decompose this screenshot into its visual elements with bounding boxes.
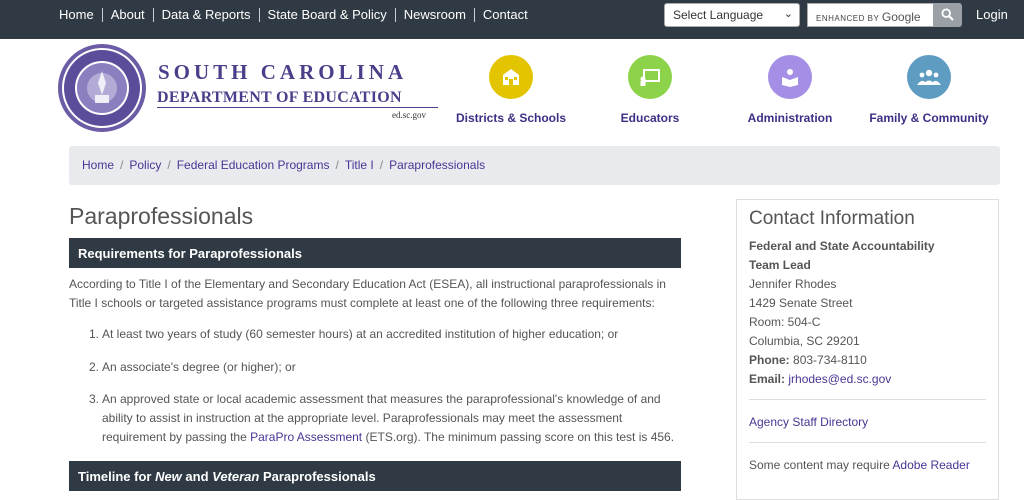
adobe-reader-note: Some content may require Adobe Reader: [749, 456, 986, 475]
requirement-item: 2. An associate's degree (or higher); or: [89, 358, 679, 377]
section-title-part: Veteran: [212, 469, 260, 484]
nav-administration-label: Administration: [747, 111, 833, 125]
brand-subtitle: DEPARTMENT OF EDUCATION: [157, 89, 402, 106]
search-input[interactable]: ENHANCED BY Google: [807, 3, 934, 27]
contact-phone: Phone: 803-734-8110: [749, 351, 986, 370]
nav-districts-schools-label: Districts & Schools: [455, 111, 567, 125]
nav-contact-link[interactable]: Contact: [473, 8, 536, 22]
nav-districts-schools[interactable]: Districts & Schools: [452, 55, 570, 125]
section-title-part: Timeline for: [78, 469, 156, 484]
section-title-part: New: [155, 469, 182, 484]
section-title-part: Paraprofessionals: [259, 469, 376, 484]
agency-staff-directory-link[interactable]: Agency Staff Directory: [749, 415, 868, 429]
nav-state-board-link[interactable]: State Board & Policy: [258, 8, 395, 22]
phone-value: 803-734-8110: [793, 353, 867, 367]
language-select-value: Select Language: [673, 8, 764, 22]
contact-information-panel: Contact Information Federal and State Ac…: [736, 199, 999, 500]
reader-icon: [768, 55, 812, 99]
nav-administration[interactable]: Administration: [740, 55, 840, 125]
requirement-item: 1. At least two years of study (60 semes…: [89, 325, 679, 344]
brand-title: SOUTH CAROLINA: [158, 60, 408, 84]
nav-educators-label: Educators: [620, 111, 680, 125]
search-brand: Google: [881, 10, 921, 24]
requirement-text: An approved state or local academic asse…: [89, 390, 679, 447]
people-icon: [907, 55, 951, 99]
breadcrumb-policy[interactable]: Policy: [129, 158, 161, 172]
requirement-number: 3.: [89, 392, 100, 406]
chevron-down-icon: ⌄: [783, 8, 793, 20]
utility-nav: Home About Data & Reports State Board & …: [51, 0, 536, 30]
contact-name: Jennifer Rhodes: [749, 277, 837, 291]
nav-newsroom-link[interactable]: Newsroom: [394, 8, 474, 22]
nav-family-community[interactable]: Family & Community: [866, 55, 992, 125]
nav-educators[interactable]: Educators: [600, 55, 700, 125]
section-header-requirements: Requirements for Paraprofessionals: [69, 238, 681, 268]
requirement-number: 2.: [89, 360, 100, 374]
divider: [749, 442, 986, 443]
nav-family-community-label: Family & Community: [869, 111, 989, 125]
nav-data-reports-link[interactable]: Data & Reports: [152, 8, 259, 22]
brand-domain: ed.sc.gov: [392, 110, 426, 120]
breadcrumb-separator: /: [167, 158, 171, 172]
state-seal-logo[interactable]: [57, 43, 147, 133]
brand-divider: [157, 107, 438, 108]
breadcrumb-separator: /: [335, 158, 339, 172]
email-link[interactable]: jrhodes@ed.sc.gov: [788, 372, 891, 386]
requirement-item: 3. An approved state or local academic a…: [89, 390, 679, 447]
contact-heading: Contact Information: [749, 208, 915, 229]
adobe-reader-link[interactable]: Adobe Reader: [892, 458, 969, 472]
contact-street: 1429 Senate Street: [749, 296, 853, 310]
parapro-assessment-link[interactable]: ParaPro Assessment: [250, 430, 362, 444]
breadcrumb: Home / Policy / Federal Education Programs / T…: [69, 146, 1000, 185]
section-title-part: and: [181, 469, 213, 484]
breadcrumb-title-i[interactable]: Title I: [345, 158, 374, 172]
contact-city: Columbia, SC 29201: [749, 334, 860, 348]
requirement-text: At least two years of study (60 semester…: [102, 327, 619, 341]
breadcrumb-separator: /: [379, 158, 384, 172]
requirement-number: 1.: [89, 327, 100, 341]
contact-email: Email: jrhodes@ed.sc.gov: [749, 370, 986, 389]
presentation-icon: [628, 55, 672, 99]
intro-paragraph: According to Title I of the Elementary a…: [69, 277, 666, 310]
breadcrumb-federal-programs[interactable]: Federal Education Programs: [177, 158, 330, 172]
search-brand-prefix: ENHANCED BY: [816, 14, 880, 23]
phone-label: Phone:: [749, 353, 790, 367]
school-icon: [489, 55, 533, 99]
breadcrumb-separator: /: [120, 158, 124, 172]
top-navigation-bar: Home About Data & Reports State Board & …: [0, 0, 1024, 39]
email-label: Email:: [749, 372, 786, 386]
nav-about-link[interactable]: About: [101, 8, 153, 22]
requirement-text-part: (ETS.org). The minimum passing score on …: [362, 430, 675, 444]
breadcrumb-home[interactable]: Home: [82, 158, 114, 172]
contact-room: Room: 504-C: [749, 315, 821, 329]
search-button[interactable]: [933, 3, 962, 27]
divider: [749, 399, 986, 400]
search-icon: [941, 8, 954, 21]
requirement-text: An associate's degree (or higher); or: [102, 360, 296, 374]
section-header-timeline: Timeline for New and Veteran Paraprofess…: [69, 461, 681, 491]
contact-office-line: Federal and State Accountability: [749, 239, 935, 253]
login-link[interactable]: Login: [976, 7, 1008, 22]
language-select[interactable]: Select Language ⌄: [664, 3, 800, 27]
breadcrumb-paraprofessionals[interactable]: Paraprofessionals: [389, 158, 485, 172]
nav-home-link[interactable]: Home: [51, 8, 102, 22]
adobe-note-text: Some content may require: [749, 458, 893, 472]
page-title: Paraprofessionals: [69, 203, 254, 229]
contact-office-line: Team Lead: [749, 258, 811, 272]
